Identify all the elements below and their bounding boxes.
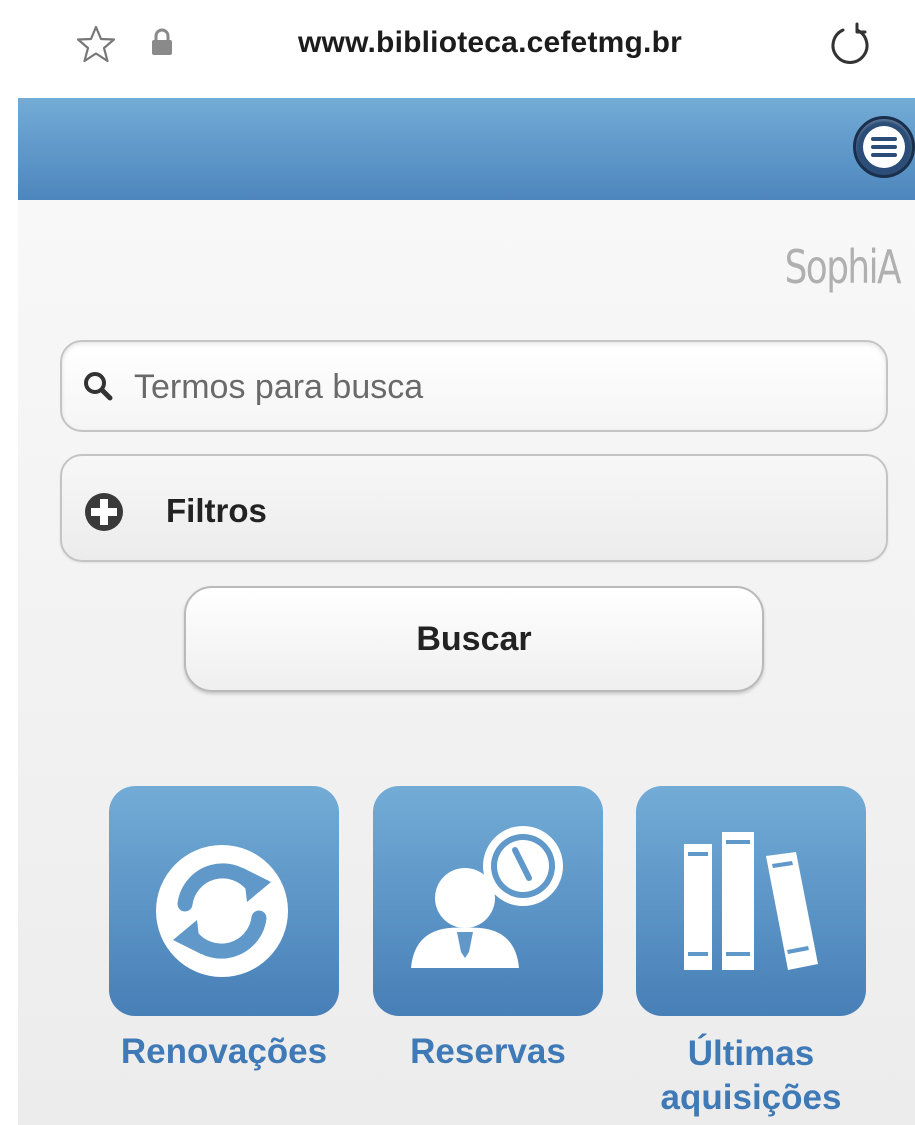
filters-toggle[interactable]: Filtros [60,454,888,562]
reservations-label[interactable]: Reservas [388,1030,588,1074]
url-text[interactable]: www.biblioteca.cefetmg.br [200,26,780,60]
books-icon [684,832,818,970]
reservation-icon [411,826,563,968]
browser-url-bar: www.biblioteca.cefetmg.br [0,0,915,96]
star-icon[interactable] [76,24,116,64]
menu-button[interactable] [853,116,915,178]
search-button[interactable]: Buscar [184,586,764,692]
filters-label: Filtros [166,492,267,529]
latest-acquisitions-tile[interactable] [636,786,866,1016]
renewals-tile[interactable] [109,786,339,1016]
site-header [18,98,915,200]
menu-icon [863,126,905,168]
sophia-logo: SophiA [784,240,902,294]
renew-icon [156,845,288,977]
search-icon [84,372,113,401]
plus-circle-icon [85,493,123,531]
renewals-label[interactable]: Renovações [99,1030,349,1074]
latest-acquisitions-line1: Últimas [687,1034,815,1073]
reload-icon[interactable] [826,20,874,68]
lock-icon [152,28,172,55]
latest-acquisitions-line2: aquisições [660,1078,842,1117]
search-input[interactable] [134,360,834,414]
search-box[interactable] [60,340,888,432]
reservations-tile[interactable] [373,786,603,1016]
latest-acquisitions-label[interactable]: Últimas aquisições [626,1032,876,1120]
